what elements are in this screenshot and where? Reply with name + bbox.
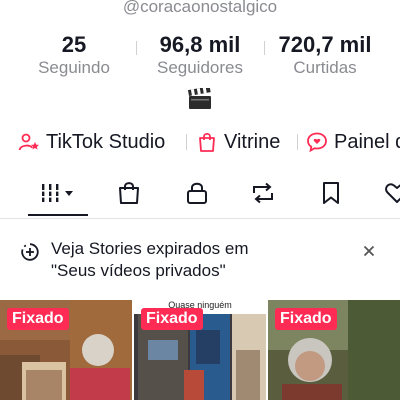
notice-message: Veja Stories expirados em "Seus vídeos p… <box>51 238 351 282</box>
clapper-board-icon <box>187 86 213 110</box>
profile-page: @coracaonostalgico 25 Seguindo 96,8 mil … <box>0 0 400 400</box>
painel-label: Painel d <box>334 130 400 153</box>
pill-divider <box>297 134 298 150</box>
add-story-icon <box>20 242 40 267</box>
notice-line-1: Veja Stories expirados em <box>51 239 249 258</box>
profile-username: @coracaonostalgico <box>122 0 278 16</box>
profile-tabs <box>0 172 400 219</box>
pinned-badge: Fixado <box>141 308 203 330</box>
tab-liked[interactable] <box>382 172 400 214</box>
person-star-icon <box>18 133 39 151</box>
notice-line-2: "Seus vídeos privados" <box>51 261 226 280</box>
painel-button[interactable]: Painel d <box>306 127 400 157</box>
profile-stats: 25 Seguindo 96,8 mil Seguidores 720,7 mi… <box>0 32 400 82</box>
repost-icon <box>253 182 273 204</box>
close-icon[interactable] <box>361 243 377 259</box>
grid-dropdown-icon <box>40 184 73 202</box>
pinned-badge: Fixado <box>7 308 69 330</box>
following-count: 25 <box>61 32 87 57</box>
video-thumbnail[interactable]: Fixado <box>268 300 400 400</box>
heart-icon <box>385 183 400 203</box>
tiktok-studio-label: TikTok Studio <box>46 130 166 153</box>
shopping-bag-icon <box>199 132 215 152</box>
likes-count: 720,7 mil <box>278 32 372 57</box>
following-stat[interactable]: 25 Seguindo <box>24 32 124 78</box>
tab-private[interactable] <box>182 172 212 214</box>
video-grid: Fixado Quase ninguém Fixado Fixado <box>0 300 400 400</box>
tab-shop[interactable] <box>114 172 144 214</box>
tab-saved[interactable] <box>316 172 346 214</box>
pinned-badge: Fixado <box>275 308 337 330</box>
vitrine-button[interactable]: Vitrine <box>196 127 280 157</box>
pill-divider <box>186 134 187 150</box>
likes-stat[interactable]: 720,7 mil Curtidas <box>265 32 385 78</box>
followers-stat[interactable]: 96,8 mil Seguidores <box>138 32 262 78</box>
followers-count: 96,8 mil <box>159 32 241 57</box>
video-thumbnail[interactable]: Fixado <box>0 300 132 400</box>
active-tab-indicator <box>28 214 88 216</box>
bookmark-icon <box>323 182 339 204</box>
lock-icon <box>187 182 207 204</box>
expired-stories-notice[interactable]: Veja Stories expirados em "Seus vídeos p… <box>0 234 400 290</box>
profile-shortcuts: TikTok Studio Vitrine Painel d <box>0 127 400 157</box>
followers-label: Seguidores <box>156 58 243 77</box>
vitrine-label: Vitrine <box>224 130 281 153</box>
video-thumbnail[interactable]: Quase ninguém Fixado <box>134 300 266 400</box>
stat-divider <box>136 41 137 55</box>
following-label: Seguindo <box>38 58 110 77</box>
tiktok-studio-button[interactable]: TikTok Studio <box>18 127 165 157</box>
tab-videos[interactable] <box>30 172 86 214</box>
shopping-bag-icon <box>119 182 139 204</box>
tab-reposts[interactable] <box>248 172 278 214</box>
chat-heart-icon <box>307 132 327 153</box>
likes-label: Curtidas <box>293 58 357 77</box>
